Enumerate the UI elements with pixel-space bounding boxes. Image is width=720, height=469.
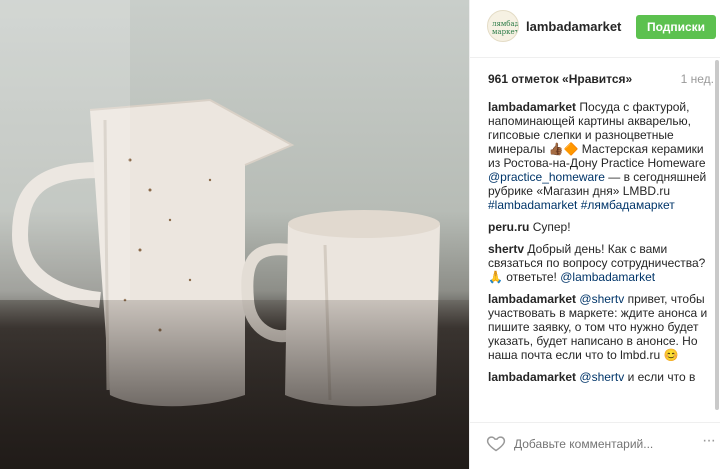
comments-scrollbar[interactable]	[715, 60, 719, 422]
list-item: shertv Добрый день! Как с вами связаться…	[488, 242, 706, 284]
post-header: лямбада маркет lambadamarket Подписки	[470, 0, 720, 58]
mention-link[interactable]: @practice_homeware	[488, 170, 605, 184]
post-footer: ···	[470, 422, 720, 469]
post-details-panel: лямбада маркет lambadamarket Подписки 96…	[469, 0, 720, 469]
post-photo	[0, 0, 469, 469]
username-link[interactable]: lambadamarket	[526, 19, 621, 34]
follow-button[interactable]: Подписки	[636, 15, 716, 39]
comment-user[interactable]: lambadamarket	[488, 100, 576, 114]
mention-link[interactable]: @shertv	[579, 370, 624, 384]
post-time[interactable]: 1 нед.	[681, 72, 714, 86]
more-options-icon[interactable]: ···	[702, 432, 716, 450]
comment-input[interactable]	[514, 435, 684, 453]
likes-row: 961 отметок «Нравится» 1 нед.	[488, 72, 714, 88]
scrollbar-thumb[interactable]	[715, 60, 719, 410]
hashtag-link[interactable]: #lambadamarket	[488, 198, 577, 212]
mention-link[interactable]: @shertv	[579, 292, 624, 306]
list-item: peru.ru Супер!	[488, 220, 571, 234]
mention-link[interactable]: @lambadamarket	[560, 270, 655, 284]
avatar[interactable]: лямбада маркет	[487, 10, 519, 42]
comment-user[interactable]: peru.ru	[488, 220, 529, 234]
list-item: lambadamarket @shertv и если что в	[488, 370, 696, 384]
heart-icon[interactable]	[486, 433, 506, 453]
comment-user[interactable]: lambadamarket	[488, 292, 576, 306]
list-item: lambadamarket Посуда с фактурой, напомин…	[488, 100, 707, 212]
comment-user[interactable]: lambadamarket	[488, 370, 576, 384]
likes-count[interactable]: 961 отметок «Нравится»	[488, 72, 632, 86]
comment-user[interactable]: shertv	[488, 242, 524, 256]
list-item: lambadamarket @shertv привет, чтобы учас…	[488, 292, 708, 362]
comments-list: lambadamarket Посуда с фактурой, напомин…	[488, 100, 714, 422]
hashtag-link[interactable]: #лямбадамаркет	[581, 198, 675, 212]
